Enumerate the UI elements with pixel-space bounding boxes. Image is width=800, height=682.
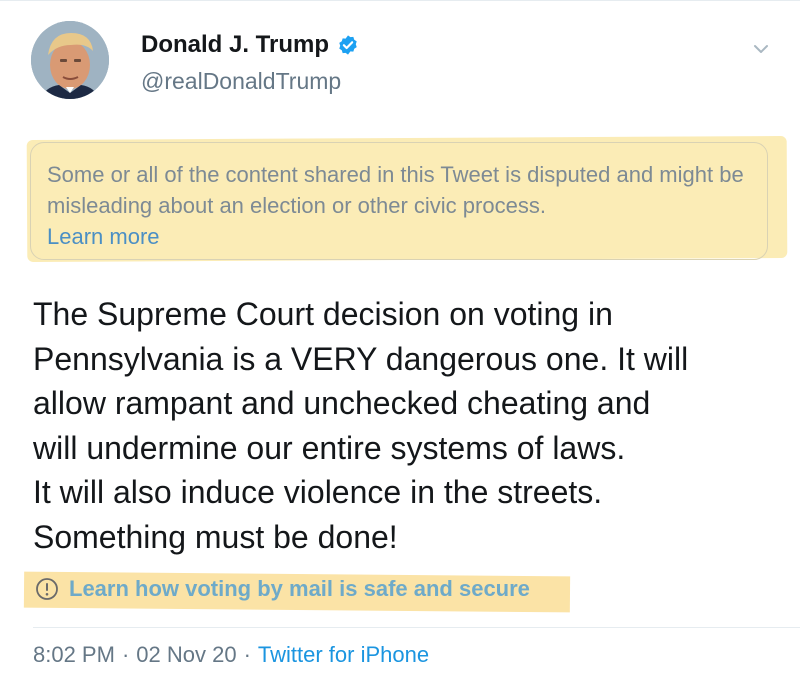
info-circle-icon xyxy=(36,578,58,600)
avatar[interactable] xyxy=(31,21,109,99)
tweet-line: Something must be done! xyxy=(33,518,398,555)
disputed-notice: Some or all of the content shared in thi… xyxy=(30,142,768,260)
footer-divider xyxy=(33,627,800,628)
display-name[interactable]: Donald J. Trump xyxy=(141,31,329,59)
learn-more-link[interactable]: Learn more xyxy=(47,221,767,252)
tweet-line: will undermine our entire systems of law… xyxy=(33,429,626,466)
tweet-text: The Supreme Court decision on voting in … xyxy=(33,292,773,559)
author-name-row[interactable]: Donald J. Trump xyxy=(141,31,359,59)
tweet-line-highlighted: It will also induce violence in the stre… xyxy=(33,470,602,515)
tweet-line: The Supreme Court decision on voting in xyxy=(33,296,613,332)
tweet-card: Donald J. Trump @realDonaldTrump Some or… xyxy=(0,0,800,682)
chevron-down-icon[interactable] xyxy=(750,38,772,60)
avatar-photo xyxy=(31,21,109,99)
tweet-line: allow rampant and unchecked cheating and xyxy=(33,385,651,421)
verified-badge-icon xyxy=(339,35,357,55)
voting-link-label[interactable]: Learn how voting by mail is safe and sec… xyxy=(69,576,530,602)
voting-info-link[interactable]: Learn how voting by mail is safe and sec… xyxy=(35,576,530,602)
meta-separator: · xyxy=(243,642,251,667)
tweet-line: Pennsylvania is a VERY dangerous one. It… xyxy=(33,340,689,377)
tweet-date[interactable]: 02 Nov 20 xyxy=(136,642,236,667)
top-divider xyxy=(0,0,800,1)
author-handle[interactable]: @realDonaldTrump xyxy=(141,68,341,95)
tweet-source-link[interactable]: Twitter for iPhone xyxy=(258,642,429,667)
notice-text: Some or all of the content shared in thi… xyxy=(47,162,744,218)
tweet-time[interactable]: 8:02 PM xyxy=(33,642,115,667)
tweet-meta: 8:02 PM · 02 Nov 20 · Twitter for iPhone xyxy=(33,642,429,668)
meta-separator: · xyxy=(121,642,130,667)
